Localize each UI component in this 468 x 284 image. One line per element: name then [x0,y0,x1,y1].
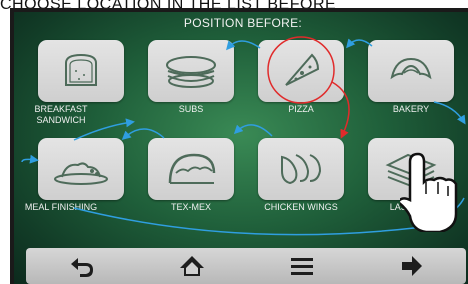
tile-label: TEX-MEX [170,202,211,212]
sandwich-icon [65,53,97,86]
bottom-nav-bar [26,248,466,284]
tile-subs[interactable] [148,40,234,102]
home-icon [180,256,204,276]
tile-label: BAKERY [392,104,430,114]
home-button[interactable] [172,252,212,280]
flow-arrow [121,128,165,141]
flow-arrow [21,154,39,164]
taco-icon [168,153,216,184]
tile-meal-finishing[interactable] [38,138,124,200]
back-button[interactable] [62,252,102,280]
menu-icon [291,258,313,275]
pointing-hand-icon [400,152,458,232]
forward-button[interactable] [392,252,432,280]
chicken-wings-icon [281,154,322,185]
tile-label: CHICKEN WINGS [264,202,338,212]
tile-label: SUBS [178,104,204,114]
tile-bakery[interactable] [368,40,454,102]
croissant-icon [390,57,432,80]
screen-title: POSITION BEFORE: [183,16,303,30]
tile-breakfast-sandwich[interactable] [38,40,124,102]
tile-label: MEAL FINISHING [24,202,98,212]
tile-pizza[interactable] [258,40,344,102]
tile-label: BREAKFAST SANDWICH [34,104,88,125]
back-arrow-icon [71,258,93,277]
meal-plate-icon [54,162,108,185]
sub-sandwich-icon [166,56,216,88]
pizza-icon [285,53,320,86]
flow-arrow [233,124,273,137]
menu-button[interactable] [282,252,322,280]
tile-chicken-wings[interactable] [258,138,344,200]
tile-tex-mex[interactable] [148,138,234,200]
forward-arrow-icon [402,256,422,276]
tile-label: PIZZA [288,104,314,114]
